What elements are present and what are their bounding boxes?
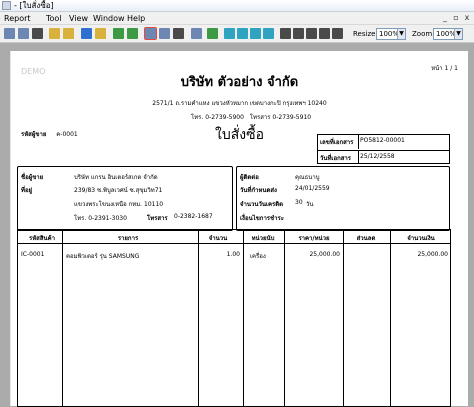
credit-label: จำนวนวันเครดิต (240, 201, 284, 208)
doc-date-value: 25/12/2558 (360, 153, 395, 160)
supplier-code-label: รหัสผู้ขาย (21, 131, 47, 138)
due-date-label: วันที่กำหนดส่ง (240, 187, 277, 194)
export-icon[interactable] (207, 28, 218, 39)
col-header-code: รหัสสินค้า (29, 235, 55, 242)
preview-icon[interactable] (191, 28, 202, 39)
col-header-price: ราคา/หน่วย (298, 235, 330, 242)
row-qty: 1.00 (226, 251, 240, 258)
flag-icon[interactable] (159, 28, 170, 39)
menu-help[interactable]: Help (127, 12, 145, 25)
menu-tool[interactable]: Tool (46, 12, 62, 25)
next-page-icon[interactable] (250, 28, 261, 39)
row-desc: คอมพิวเตอร์ รุ่น SAMSUNG (66, 253, 140, 260)
contact-value: คุณธนาบู (295, 174, 320, 181)
col-header-amount: จำนวนเงิน (407, 235, 435, 242)
supplier-fax-value: 0-2382-1687 (174, 213, 213, 220)
excel-icon[interactable] (113, 28, 124, 39)
single-page-icon[interactable] (280, 28, 291, 39)
zoom-label: Zoom: (412, 30, 435, 38)
col-header-desc: รายการ (117, 235, 139, 242)
mdi-minimize-button[interactable]: _ (440, 13, 450, 23)
new-icon[interactable] (4, 28, 15, 39)
company-fax: โทรสาร 0-2739-5910 (249, 114, 312, 121)
column-divider (343, 230, 344, 406)
resize-label: Resize: (353, 30, 378, 38)
company-name: บริษัท ตัวอย่าง จำกัด (180, 75, 299, 90)
mail-icon[interactable] (144, 27, 157, 40)
table-header: รหัสสินค้า รายการ จำนวน หน่วยนับ ราคา/หน… (18, 230, 450, 244)
col-header-qty: จำนวน (208, 235, 228, 242)
supplier-fax-label: โทรสาร (147, 215, 168, 222)
order-terms-box: ผู้ติดต่อ คุณธนาบู วันที่กำหนดส่ง 24/01/… (236, 166, 450, 231)
doc-no-value: PO5812-00001 (360, 137, 405, 144)
multi-page-icon[interactable] (306, 28, 317, 39)
edit-icon[interactable] (49, 28, 60, 39)
credit-days-value: 30 (295, 199, 303, 206)
doc-no-label: เลขที่เอกสาร (320, 139, 354, 146)
pdf-icon[interactable] (95, 28, 106, 39)
page-width-icon[interactable] (319, 28, 330, 39)
supplier-name-value: บริษัท แกรน อินเตอร์สเกต จำกัด (74, 174, 158, 181)
supplier-code-value: ค-0001 (56, 131, 78, 138)
report-page: DEMO หน้า 1 / 1 บริษัท ตัวอย่าง จำกัด 25… (10, 51, 468, 407)
chevron-down-icon[interactable]: ▼ (397, 29, 405, 39)
prev-page-icon[interactable] (237, 28, 248, 39)
zoom-value: 100% (436, 30, 457, 38)
col-header-unit: หน่วยนับ (251, 235, 275, 242)
app-icon (2, 1, 11, 10)
page-setup-icon[interactable] (173, 28, 184, 39)
contact-label: ผู้ติดต่อ (240, 174, 259, 181)
row-unit: เครื่อง (250, 253, 266, 260)
menu-bar: Report Tool View Window Help _ ▫ x (0, 12, 474, 25)
two-page-icon[interactable] (293, 28, 304, 39)
items-table: รหัสสินค้า รายการ จำนวน หน่วยนับ ราคา/หน… (17, 229, 451, 407)
column-divider (62, 230, 63, 406)
title-bar: - [ใบสั่งซื้อ] (0, 0, 474, 12)
row-price: 25,000.00 (309, 251, 340, 258)
chevron-down-icon[interactable]: ▼ (454, 29, 462, 39)
print-icon[interactable] (32, 28, 43, 39)
row-code: IC-0001 (21, 251, 45, 258)
company-contact: โทร. 0-2739-5900 โทรสาร 0-2739-5910 (191, 112, 315, 122)
doc-no-row: เลขที่เอกสาร PO5812-00001 (318, 135, 449, 149)
address-label: ที่อยู่ (21, 187, 33, 194)
payment-terms-label: เงื่อนไขการชำระ (240, 215, 284, 222)
document-info-box: เลขที่เอกสาร PO5812-00001 วันที่เอกสาร 2… (317, 134, 450, 164)
row-amount: 25,000.00 (417, 251, 448, 258)
supplier-code-row: รหัสผู้ขาย ค-0001 (21, 129, 78, 139)
resize-select[interactable]: 100% ▼ (376, 28, 406, 40)
col-header-discount: ส่วนลด (356, 235, 376, 242)
folder-icon[interactable] (63, 28, 74, 39)
resize-value: 100% (379, 30, 400, 38)
open-icon[interactable] (18, 28, 29, 39)
zoom-fit-icon[interactable] (332, 28, 343, 39)
credit-unit: วัน (306, 201, 314, 208)
menu-report[interactable]: Report (4, 12, 31, 25)
supplier-box: ชื่อผู้ขาย บริษัท แกรน อินเตอร์สเกต จำกั… (17, 166, 233, 231)
mdi-close-button[interactable]: x (462, 13, 472, 23)
supplier-name-label: ชื่อผู้ขาย (21, 174, 44, 181)
last-page-icon[interactable] (263, 28, 274, 39)
column-divider (243, 230, 244, 406)
zoom-select[interactable]: 100% ▼ (433, 28, 463, 40)
menu-window[interactable]: Window (93, 12, 125, 25)
address-line1: 239/83 ซ.พิบูลเวศน์ ซ.สุขุมวิท71 (74, 187, 163, 194)
company-tel: โทร. 0-2739-5900 (191, 114, 244, 121)
doc-date-row: วันที่เอกสาร 25/12/2558 (318, 150, 449, 164)
supplier-tel: โทร. 0-2391-3030 (74, 215, 127, 222)
mdi-restore-button[interactable]: ▫ (451, 13, 461, 23)
save-icon[interactable] (81, 28, 92, 39)
first-page-icon[interactable] (224, 28, 235, 39)
address-line2: แขวงพระโขนงเหนือ กทม. 10110 (74, 201, 164, 208)
company-address: 2571/1 ถ.รามคำแหง แขวงหัวหมาก เขตบางกะปิ… (152, 100, 327, 107)
toolbar: Resize: 100% ▼ Zoom: 100% ▼ (0, 25, 474, 43)
doc-date-label: วันที่เอกสาร (320, 155, 351, 162)
chart-icon[interactable] (127, 28, 138, 39)
menu-view[interactable]: View (69, 12, 88, 25)
app-window: - [ใบสั่งซื้อ] Report Tool View Window H… (0, 0, 474, 407)
due-date-value: 24/01/2559 (295, 185, 330, 192)
window-title: - [ใบสั่งซื้อ] (14, 1, 54, 10)
